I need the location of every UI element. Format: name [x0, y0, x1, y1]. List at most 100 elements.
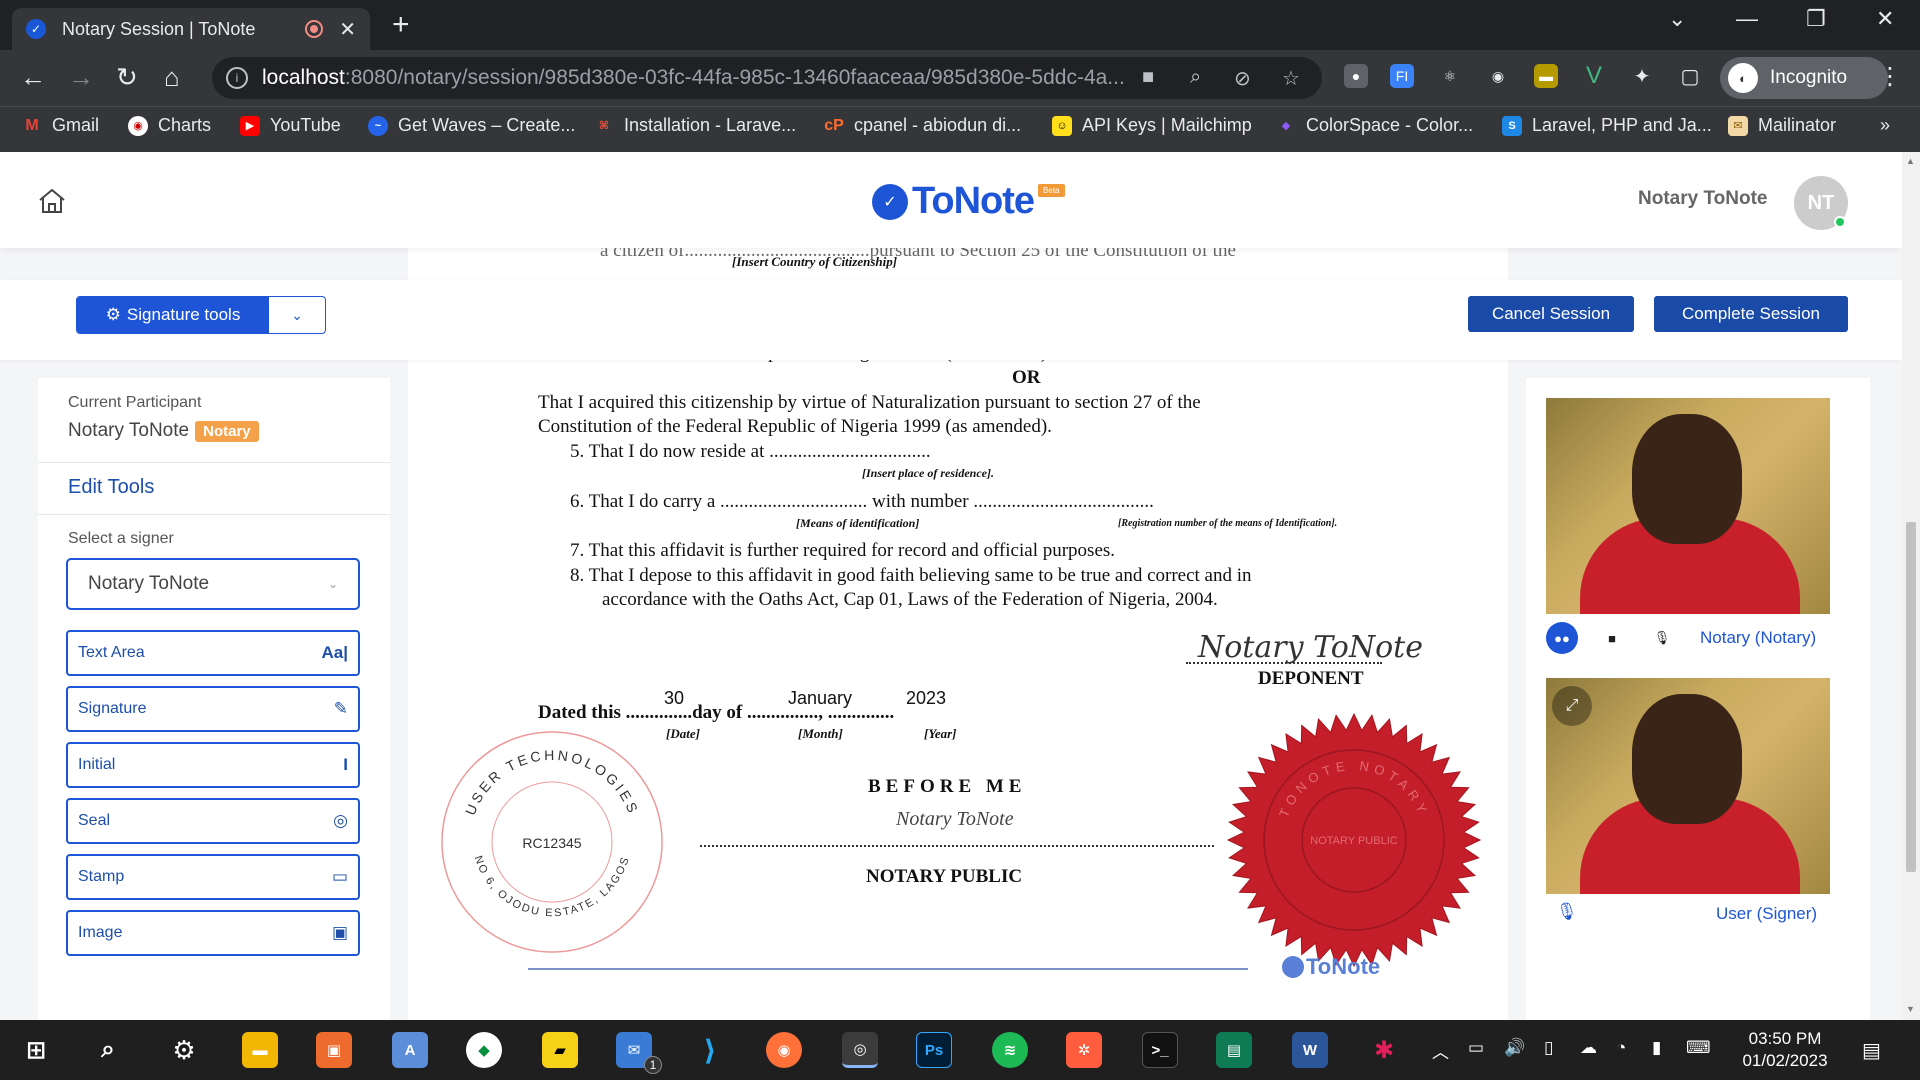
microphone-icon[interactable]: 🎙 [1556, 902, 1578, 922]
tonote-logo[interactable]: ✓ ToNote Beta [872, 180, 1065, 223]
notary-signature[interactable]: Notary ToNote [896, 808, 1014, 831]
restore-button[interactable]: ❐ [1806, 6, 1826, 32]
system-clock[interactable]: 03:50 PM 01/02/2023 [1730, 1028, 1840, 1072]
bookmark-item[interactable]: ◆ ColorSpace - Color... [1276, 115, 1473, 136]
wifi-icon[interactable]: ◔ [1616, 1038, 1626, 1058]
tray-chevron-icon[interactable]: ︿ [1432, 1038, 1449, 1063]
cancel-session-button[interactable]: Cancel Session [1468, 296, 1634, 332]
chevron-down-icon[interactable]: ⌄ [269, 297, 325, 333]
vue-devtools-icon[interactable]: V [1582, 62, 1606, 89]
scrollbar-thumb[interactable] [1906, 522, 1916, 872]
windows-start-icon[interactable]: ⊞ [18, 1032, 54, 1068]
app-window-icon[interactable]: ▤ [1216, 1032, 1252, 1068]
camera-icon[interactable]: ■ [1142, 66, 1154, 89]
close-window-button[interactable]: ✕ [1876, 6, 1894, 32]
signer-select[interactable]: Notary ToNote ⌄ [66, 558, 360, 610]
home-icon[interactable]: ⌂ [164, 62, 180, 93]
settings-gear-icon[interactable]: ⚙ [166, 1032, 202, 1068]
sticky-notes-icon[interactable]: ▰ [542, 1032, 578, 1068]
date-month-field[interactable]: January [788, 688, 852, 709]
file-explorer-icon[interactable]: ▬ [242, 1032, 278, 1068]
date-day-field[interactable]: 30 [664, 688, 684, 709]
signature-tools-dropdown[interactable]: ⚙ Signature tools ⌄ [76, 296, 326, 334]
postman-icon[interactable]: ✲ [1066, 1032, 1102, 1068]
seal-icon: ◎ [333, 811, 348, 830]
vscode-icon[interactable]: ⟩ [692, 1032, 728, 1068]
page-scrollbar[interactable]: ▲ ▼ [1902, 152, 1920, 1020]
back-icon[interactable]: ← [20, 62, 46, 93]
scroll-up-icon[interactable]: ▲ [1906, 156, 1915, 166]
new-tab-button[interactable]: + [392, 8, 410, 42]
firefox-icon[interactable]: ◉ [766, 1032, 802, 1068]
extension-fi-icon[interactable]: FI [1390, 64, 1414, 88]
scroll-down-icon[interactable]: ▼ [1906, 1004, 1915, 1014]
tool-text-area[interactable]: Text Area Aa| [66, 630, 360, 676]
reload-icon[interactable]: ↻ [116, 62, 138, 93]
bookmark-star-icon[interactable]: ☆ [1282, 66, 1300, 91]
chrome-icon[interactable]: ◎ [842, 1032, 878, 1068]
tool-stamp[interactable]: Stamp ▭ [66, 854, 360, 900]
notepad-icon[interactable]: A [392, 1032, 428, 1068]
browser-tab[interactable]: ✓ Notary Session | ToNote ✕ [12, 8, 370, 50]
tool-initial[interactable]: Initial I [66, 742, 360, 788]
slack-icon[interactable]: ✱ [1366, 1032, 1402, 1068]
spotify-icon[interactable]: ≋ [992, 1032, 1028, 1068]
extension-folder-icon[interactable]: ▬ [1534, 64, 1558, 88]
react-devtools-icon[interactable]: ⚛ [1438, 64, 1462, 88]
eye-off-icon[interactable]: ⊘ [1234, 66, 1251, 91]
notifications-icon[interactable]: ▤ [1862, 1038, 1881, 1063]
complete-session-button[interactable]: Complete Session [1654, 296, 1848, 332]
bookmark-item[interactable]: ◉ Charts [128, 115, 211, 136]
sidepanel-icon[interactable]: ▢ [1678, 64, 1702, 88]
deponent-signature[interactable]: Notary ToNote [1198, 630, 1423, 665]
tab-search-icon[interactable]: ⌄ [1668, 6, 1686, 32]
tool-signature[interactable]: Signature ✎ [66, 686, 360, 732]
bookmark-item[interactable]: ☺ API Keys | Mailchimp [1052, 115, 1252, 136]
chrome-menu-icon[interactable]: ⋮ [1878, 62, 1902, 91]
video-camera-icon[interactable]: ■ [1596, 622, 1628, 654]
battery-icon[interactable]: ▭ [1468, 1038, 1484, 1058]
company-stamp[interactable]: USER TECHNOLOGIES NO 6, OJODU ESTATE, LA… [440, 730, 664, 954]
photoshop-icon[interactable]: Ps [916, 1032, 952, 1068]
terminal-icon[interactable]: >_ [1142, 1032, 1178, 1068]
network-off-icon[interactable]: ☁ [1580, 1038, 1597, 1058]
extension-circle-icon[interactable]: ◉ [1486, 64, 1510, 88]
extensions-puzzle-icon[interactable]: ✦ [1630, 64, 1654, 88]
forward-icon[interactable]: → [68, 62, 94, 93]
incognito-indicator[interactable]: ◐ Incognito [1720, 57, 1888, 99]
participants-icon[interactable]: ●● [1546, 622, 1578, 654]
avatar[interactable]: NT [1794, 176, 1848, 230]
document-page: a citizen of............................… [408, 240, 1508, 1020]
tool-seal[interactable]: Seal ◎ [66, 798, 360, 844]
keyboard-icon[interactable]: ⌨ [1686, 1038, 1711, 1058]
bookmark-item[interactable]: ✉ Mailinator [1728, 115, 1836, 136]
signature-tools-button[interactable]: ⚙ Signature tools [77, 297, 269, 333]
microphone-icon[interactable]: 🎙 [1646, 622, 1678, 654]
bookmark-item[interactable]: ⌘ Installation - Larave... [594, 115, 796, 136]
tool-image[interactable]: Image ▣ [66, 910, 360, 956]
search-icon[interactable]: ⌕ [90, 1032, 126, 1068]
bookmark-item[interactable]: M Gmail [22, 115, 99, 136]
app-icon[interactable]: ▣ [316, 1032, 352, 1068]
extension-icon[interactable]: ● [1344, 64, 1368, 88]
zoom-icon[interactable]: ⌕ [1190, 66, 1201, 89]
site-info-icon[interactable]: i [226, 67, 248, 89]
word-icon[interactable]: W [1292, 1032, 1328, 1068]
usb-icon[interactable]: ▮ [1652, 1038, 1661, 1058]
date-year-field[interactable]: 2023 [906, 688, 946, 709]
device-icon[interactable]: ▯ [1544, 1038, 1553, 1058]
home-icon[interactable] [38, 188, 66, 214]
notary-seal[interactable]: TONOTE NOTARY NOTARY PUBLIC [1224, 710, 1484, 970]
bookmark-item[interactable]: cP cpanel - abiodun di... [824, 115, 1021, 136]
bookmark-item[interactable]: ~ Get Waves – Create... [368, 115, 575, 136]
tab-close-icon[interactable]: ✕ [339, 17, 356, 42]
bookmarks-overflow-icon[interactable]: » [1880, 115, 1890, 136]
minimize-button[interactable]: — [1736, 6, 1758, 32]
bookmark-item[interactable]: ▶ YouTube [240, 115, 341, 136]
bookmark-label: Installation - Larave... [624, 115, 797, 135]
app-leaf-icon[interactable]: ◆ [466, 1032, 502, 1068]
expand-icon[interactable]: ⤢ [1552, 686, 1592, 726]
address-bar[interactable]: i localhost:8080/notary/session/985d380e… [212, 57, 1322, 99]
bookmark-item[interactable]: S Laravel, PHP and Ja... [1502, 115, 1712, 136]
volume-icon[interactable]: 🔊 [1504, 1038, 1525, 1058]
